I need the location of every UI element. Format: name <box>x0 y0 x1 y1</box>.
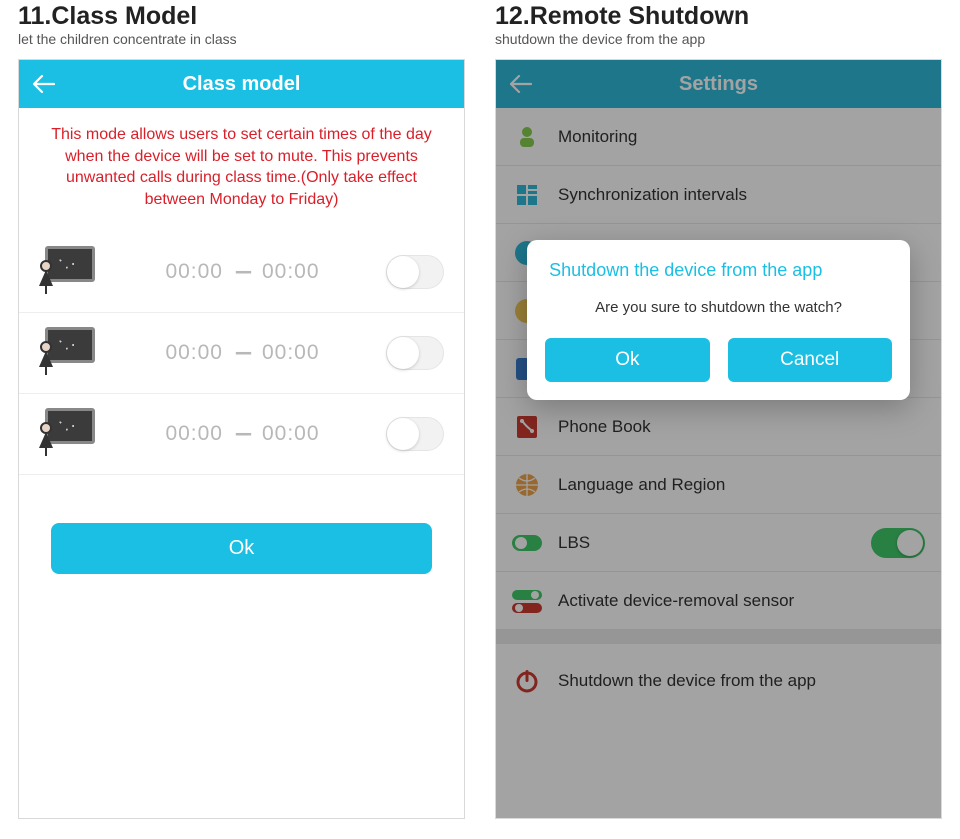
time-slot-row: 00:00 --- 00:00 <box>39 313 444 393</box>
time-slot-row: 00:00 --- 00:00 <box>39 394 444 474</box>
class-mode-description: This mode allows users to set certain ti… <box>39 124 444 210</box>
chalkboard-icon <box>39 246 99 298</box>
phone-settings: Settings Monitoring Synchronization inte… <box>495 59 942 819</box>
section-title-remote-shutdown: 12.Remote Shutdown <box>495 2 942 31</box>
back-button[interactable] <box>33 75 55 93</box>
phone-class-model: Class model This mode allows users to se… <box>18 59 465 819</box>
chalkboard-icon <box>39 327 99 379</box>
section-subtitle-remote-shutdown: shutdown the device from the app <box>495 31 942 47</box>
dialog-title: Shutdown the device from the app <box>545 260 892 281</box>
shutdown-dialog: Shutdown the device from the app Are you… <box>527 240 910 400</box>
time-to[interactable]: 00:00 <box>262 260 320 284</box>
time-separator: --- <box>235 260 250 284</box>
time-separator: --- <box>235 341 250 365</box>
section-title-class-model: 11.Class Model <box>18 2 465 31</box>
dialog-message: Are you sure to shutdown the watch? <box>545 299 892 316</box>
modal-overlay[interactable]: Shutdown the device from the app Are you… <box>496 60 941 818</box>
dialog-cancel-button[interactable]: Cancel <box>728 338 892 382</box>
app-bar-class-model: Class model <box>19 60 464 108</box>
time-slot-row: 00:00 --- 00:00 <box>39 232 444 312</box>
dialog-ok-button[interactable]: Ok <box>545 338 709 382</box>
time-slot-toggle[interactable] <box>386 417 444 451</box>
ok-button[interactable]: Ok <box>51 523 432 574</box>
time-separator: --- <box>235 422 250 446</box>
time-to[interactable]: 00:00 <box>262 341 320 365</box>
section-subtitle-class-model: let the children concentrate in class <box>18 31 465 47</box>
app-bar-title: Class model <box>183 73 301 96</box>
time-slot-toggle[interactable] <box>386 336 444 370</box>
time-from[interactable]: 00:00 <box>165 422 223 446</box>
time-from[interactable]: 00:00 <box>165 260 223 284</box>
time-to[interactable]: 00:00 <box>262 422 320 446</box>
chalkboard-icon <box>39 408 99 460</box>
time-slot-toggle[interactable] <box>386 255 444 289</box>
time-from[interactable]: 00:00 <box>165 341 223 365</box>
